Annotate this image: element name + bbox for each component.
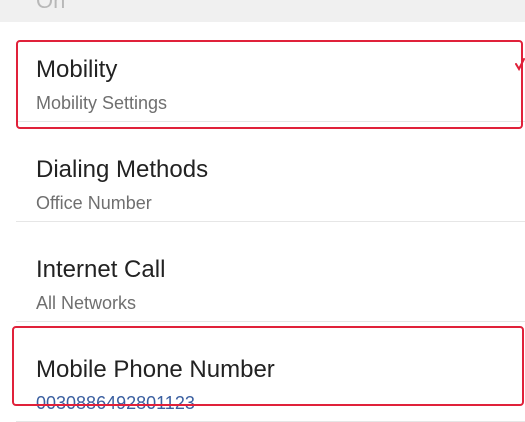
dialing-methods-subtitle: Office Number: [36, 193, 152, 213]
settings-list: Mobility Mobility Settings Dialing Metho…: [16, 22, 525, 422]
previous-item-fade: On: [0, 0, 525, 22]
settings-item-internet-call[interactable]: Internet Call All Networks: [16, 222, 525, 322]
settings-item-mobile-phone-number[interactable]: Mobile Phone Number 0030886492801123: [16, 322, 525, 422]
previous-item-value: On: [36, 0, 66, 13]
mobile-phone-number-value: 0030886492801123: [36, 393, 195, 413]
internet-call-title: Internet Call: [36, 256, 166, 283]
mobility-subtitle: Mobility Settings: [36, 93, 168, 113]
mobile-phone-number-title: Mobile Phone Number: [36, 356, 275, 383]
mobility-title: Mobility: [36, 56, 118, 83]
internet-call-subtitle: All Networks: [36, 293, 137, 313]
settings-item-dialing-methods[interactable]: Dialing Methods Office Number: [16, 122, 525, 222]
settings-item-mobility[interactable]: Mobility Mobility Settings: [16, 22, 525, 122]
annotation-check-mark: [515, 58, 525, 72]
dialing-methods-title: Dialing Methods: [36, 156, 209, 183]
